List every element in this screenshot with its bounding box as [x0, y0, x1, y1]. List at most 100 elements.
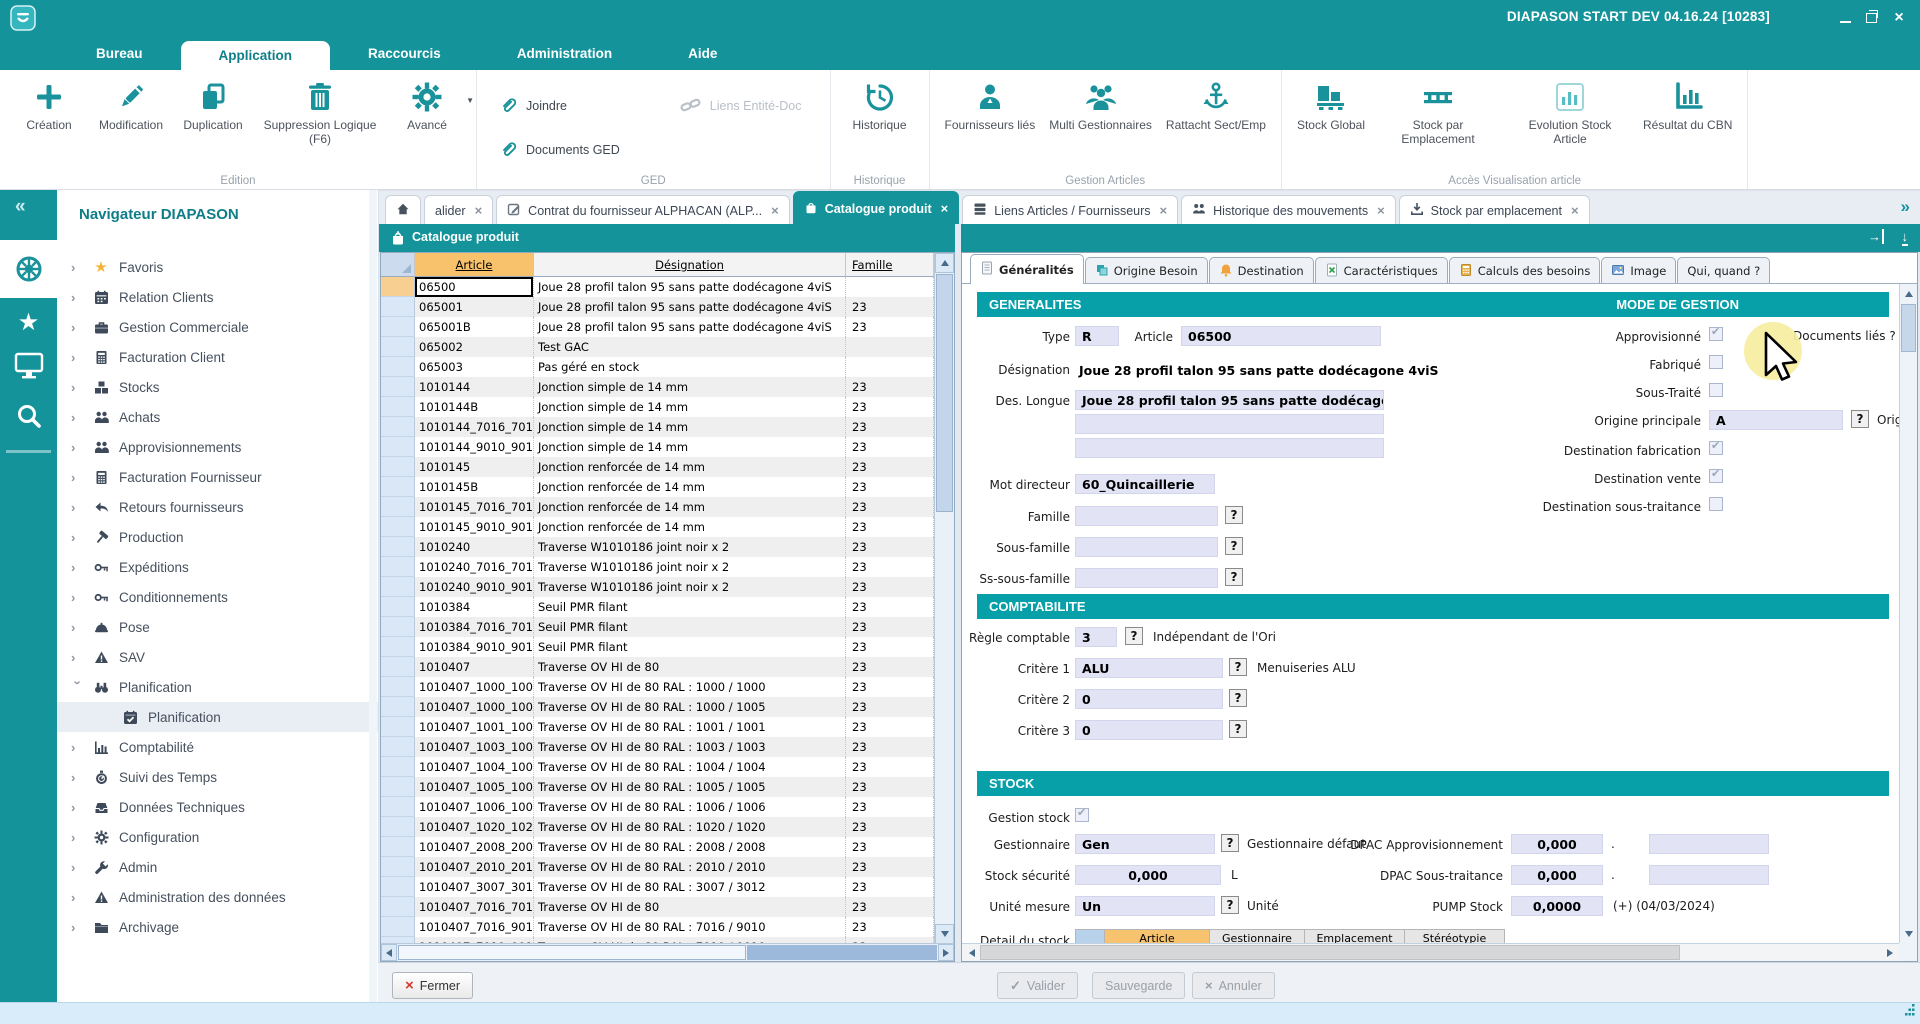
scrollbar-thumb[interactable] [936, 274, 953, 512]
sidebar-item-pose[interactable]: ›Pose [57, 612, 378, 642]
row-selector[interactable] [381, 377, 415, 397]
unite-mesure-field[interactable]: Un [1075, 896, 1215, 916]
cell-designation[interactable]: Jonction simple de 14 mm [534, 377, 846, 397]
sidebar-item-facturation-fournisseur[interactable]: ›Facturation Fournisseur [57, 462, 378, 492]
cell-famille[interactable]: 23 [846, 317, 934, 337]
cell-famille[interactable]: 23 [846, 457, 934, 477]
cell-article[interactable]: 1010144_9010_9010 [415, 437, 534, 457]
ss-sous-famille-lookup-button[interactable]: ? [1225, 568, 1243, 586]
chevron-right-icon[interactable]: › [71, 410, 85, 425]
navigator-wheel-icon[interactable] [0, 240, 57, 298]
dpac-st-field-2[interactable] [1649, 865, 1769, 885]
table-row[interactable]: 1010407_1003_1003Traverse OV HI de 80 RA… [381, 737, 934, 757]
column-header-designation[interactable]: Désignation [534, 253, 846, 277]
sous-traite-checkbox[interactable] [1709, 383, 1723, 397]
des-longue-field[interactable]: Joue 28 profil talon 95 sans patte dodéc… [1075, 390, 1384, 410]
table-row[interactable]: 1010407_7016_9010Traverse OV HI de 80 RA… [381, 917, 934, 937]
table-row[interactable]: 1010384_9010_9010Seuil PMR filant23 [381, 637, 934, 657]
chevron-right-icon[interactable]: › [71, 470, 85, 485]
cell-famille[interactable]: 23 [846, 897, 934, 917]
cell-famille[interactable]: 23 [846, 717, 934, 737]
sidebar-item-facturation-client[interactable]: ›Facturation Client [57, 342, 378, 372]
cell-famille[interactable]: 23 [846, 777, 934, 797]
chevron-right-icon[interactable]: › [71, 590, 85, 605]
cell-designation[interactable]: Traverse OV HI de 80 RAL : 1005 / 1005 [534, 777, 846, 797]
ribbon-joindre[interactable]: Joindre [499, 84, 620, 128]
designation-value[interactable]: Joue 28 profil talon 95 sans patte dodéc… [1079, 361, 1439, 381]
row-selector[interactable] [381, 277, 415, 297]
scroll-right-icon[interactable] [938, 944, 954, 961]
critere1-field[interactable]: ALU [1075, 658, 1223, 678]
des-longue-field-3[interactable] [1075, 438, 1384, 458]
cell-article[interactable]: 1010407_1001_1001 [415, 717, 534, 737]
cell-article[interactable]: 1010407_2010_2010 [415, 857, 534, 877]
scrollbar-thumb[interactable] [980, 945, 1680, 960]
chevron-right-icon[interactable]: › [71, 320, 85, 335]
row-selector[interactable] [381, 757, 415, 777]
cell-designation[interactable]: Jonction simple de 14 mm [534, 417, 846, 437]
table-row[interactable]: 1010240_9010_9010Traverse W1010186 joint… [381, 577, 934, 597]
cell-article[interactable]: 1010144B [415, 397, 534, 417]
chevron-right-icon[interactable]: › [71, 500, 85, 515]
tab-stock-par-emplacement[interactable]: Stock par emplacement× [1399, 195, 1590, 225]
sidebar-item-stocks[interactable]: ›Stocks [57, 372, 378, 402]
ribbon-documents-ged[interactable]: Documents GED [499, 128, 620, 172]
tab-overflow-icon[interactable]: » [1901, 197, 1910, 217]
cell-article[interactable]: 1010407 [415, 657, 534, 677]
cell-designation[interactable]: Traverse OV HI de 80 [534, 897, 846, 917]
table-row[interactable]: 1010384Seuil PMR filant23 [381, 597, 934, 617]
chevron-right-icon[interactable]: › [71, 800, 85, 815]
table-row[interactable]: 1010407_1005_1005Traverse OV HI de 80 RA… [381, 777, 934, 797]
tab-catalogue-produit[interactable]: Catalogue produit× [793, 191, 960, 225]
chevron-right-icon[interactable]: › [71, 380, 85, 395]
scrollbar-thumb[interactable] [398, 945, 746, 960]
ss-sous-famille-field[interactable] [1075, 568, 1218, 588]
row-selector[interactable] [381, 877, 415, 897]
cell-famille[interactable] [846, 277, 934, 297]
menu-administration[interactable]: Administration [479, 37, 650, 70]
favorites-rail-icon[interactable]: ★ [0, 308, 57, 337]
sidebar-item-favoris[interactable]: ›★Favoris [57, 252, 378, 282]
cell-famille[interactable] [846, 357, 934, 377]
row-selector[interactable] [381, 717, 415, 737]
cell-famille[interactable]: 23 [846, 617, 934, 637]
scroll-left-icon[interactable] [381, 944, 397, 961]
fabrique-checkbox[interactable] [1709, 355, 1723, 369]
row-selector[interactable] [381, 777, 415, 797]
sidebar-item-donn-es-techniques[interactable]: ›Données Techniques [57, 792, 378, 822]
dest-fabrication-checkbox[interactable] [1709, 441, 1723, 455]
cell-designation[interactable]: Traverse OV HI de 80 [534, 657, 846, 677]
chevron-right-icon[interactable]: › [71, 740, 85, 755]
sidebar-item-relation-clients[interactable]: ›Relation Clients [57, 282, 378, 312]
sidebar-item-sav[interactable]: ›SAV [57, 642, 378, 672]
ribbon-multi-gestionnaires[interactable]: Multi Gestionnaires [1042, 74, 1159, 132]
table-row[interactable]: 1010407_1020_1020Traverse OV HI de 80 RA… [381, 817, 934, 837]
row-selector[interactable] [381, 557, 415, 577]
ribbon-historique[interactable]: Historique [839, 74, 921, 132]
table-row[interactable]: 1010407_2010_2010Traverse OV HI de 80 RA… [381, 857, 934, 877]
table-row[interactable]: 1010407_1000_1000Traverse OV HI de 80 RA… [381, 677, 934, 697]
cell-designation[interactable]: Jonction renforcée de 14 mm [534, 517, 846, 537]
cell-article[interactable]: 1010145B [415, 477, 534, 497]
cell-designation[interactable]: Joue 28 profil talon 95 sans patte dodéc… [534, 297, 846, 317]
sidebar-item-exp-ditions[interactable]: ›Expéditions [57, 552, 378, 582]
cell-article[interactable]: 06500 [415, 277, 534, 297]
scrollbar-thumb[interactable] [1901, 304, 1916, 352]
ministock-col-gestionnaire[interactable]: Gestionnaire [1210, 929, 1305, 943]
pump-stock-field[interactable]: 0,0000 [1511, 896, 1603, 916]
table-row[interactable]: 1010384_7016_7016Seuil PMR filant23 [381, 617, 934, 637]
cell-article[interactable]: 065002 [415, 337, 534, 357]
cell-famille[interactable]: 23 [846, 397, 934, 417]
cell-designation[interactable]: Seuil PMR filant [534, 617, 846, 637]
chevron-right-icon[interactable]: › [71, 290, 85, 305]
cell-article[interactable]: 1010384_7016_7016 [415, 617, 534, 637]
table-row[interactable]: 1010407_1001_1001Traverse OV HI de 80 RA… [381, 717, 934, 737]
row-selector[interactable] [381, 917, 415, 937]
table-row[interactable]: 065003Pas géré en stock [381, 357, 934, 377]
close-button[interactable]: × [1888, 8, 1910, 28]
table-row[interactable]: 1010145_7016_7016Jonction renforcée de 1… [381, 497, 934, 517]
ministock-col-stereotypie[interactable]: Stéréotypie [1405, 929, 1505, 943]
regle-lookup-button[interactable]: ? [1125, 627, 1143, 645]
cell-article[interactable]: 1010407_1006_1006 [415, 797, 534, 817]
row-selector[interactable] [381, 417, 415, 437]
